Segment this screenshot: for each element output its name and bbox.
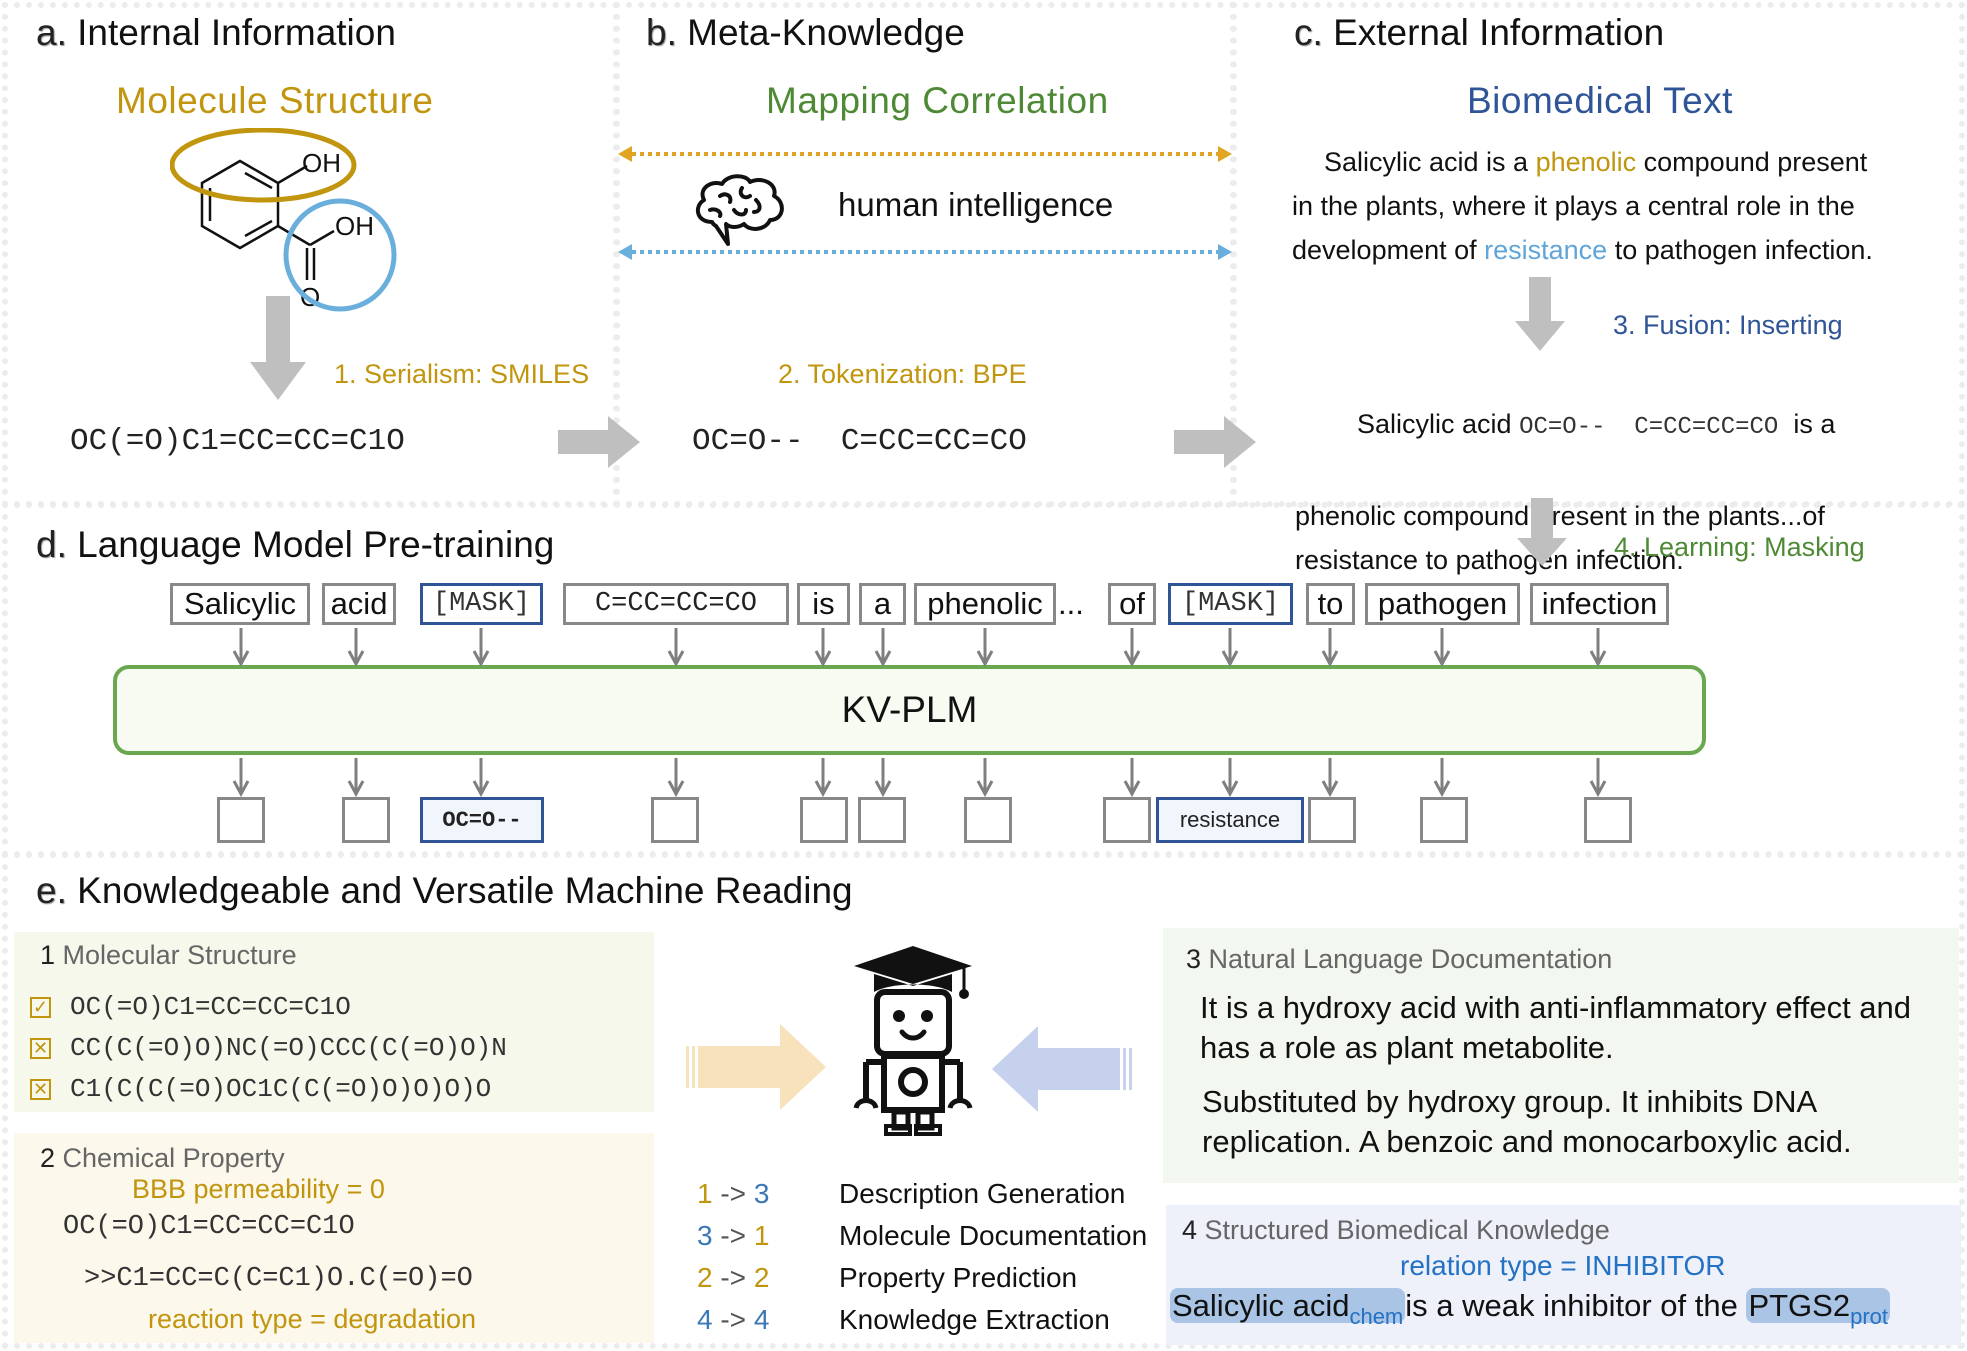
input-to-model-arrow — [1221, 628, 1239, 668]
model-to-output-arrow — [1589, 758, 1607, 798]
task-row: 3 -> 1 Molecule Documentation — [697, 1220, 1147, 1252]
candidate-smiles: CC(C(=O)O)NC(=O)CCC(C(=O)O)N — [70, 1033, 507, 1063]
task-source: 3 — [697, 1220, 713, 1251]
documentation-para-2: Substituted by hydroxy group. It inhibit… — [1202, 1084, 1852, 1159]
input-to-model-arrow — [472, 628, 490, 668]
chemical-entity: Salicylic acidchem — [1170, 1288, 1406, 1329]
task-row: 2 -> 2 Property Prediction — [697, 1262, 1077, 1294]
task-label: Molecule Documentation — [839, 1220, 1148, 1251]
candidate-smiles: C1(C(C(=O)OC1C(C(=O)O)O)O)O — [70, 1074, 492, 1104]
mapping-arrow: -> — [720, 1262, 747, 1293]
token-arrows — [232, 628, 1607, 798]
input-to-model-arrow — [667, 628, 685, 668]
model-to-output-arrow — [667, 758, 685, 798]
output-token — [1420, 797, 1468, 843]
model-to-output-arrow — [1221, 758, 1239, 798]
task-label: Description Generation — [839, 1178, 1126, 1209]
input-to-model-arrow — [1321, 628, 1339, 668]
output-arrow-icon — [992, 1026, 1132, 1112]
knowledge-sentence: Salicylic acidchemis a weak inhibitor of… — [1170, 1288, 1891, 1329]
task-target: 3 — [753, 1178, 770, 1209]
model-to-output-arrow — [232, 758, 250, 798]
task-mapping: 2 -> 2 — [697, 1262, 817, 1294]
box4-heading: 4 Structured Biomedical Knowledge — [1182, 1215, 1610, 1245]
input-to-model-arrow — [232, 628, 250, 668]
task-row: 1 -> 3 Description Generation — [697, 1178, 1125, 1210]
panel-e-title: e. Knowledgeable and Versatile Machine R… — [36, 870, 853, 911]
task-mapping: 3 -> 1 — [697, 1220, 817, 1252]
input-to-model-arrow — [1433, 628, 1451, 668]
input-to-model-arrow — [976, 628, 994, 668]
checkbox-checked-icon: ✓ — [30, 997, 51, 1018]
documentation-para-1: It is a hydroxy acid with anti-inflammat… — [1200, 990, 1912, 1065]
output-token — [1103, 797, 1151, 843]
task-source: 4 — [697, 1304, 713, 1335]
model-to-output-arrow — [472, 758, 490, 798]
model-to-output-arrow — [874, 758, 892, 798]
task-mapping: 1 -> 3 — [697, 1178, 817, 1210]
task-source: 1 — [697, 1178, 713, 1209]
input-to-model-arrow — [347, 628, 365, 668]
output-token — [858, 797, 906, 843]
output-token — [217, 797, 265, 843]
model-to-output-arrow — [1433, 758, 1451, 798]
model-to-output-arrow — [814, 758, 832, 798]
model-to-output-arrow — [976, 758, 994, 798]
model-to-output-arrow — [347, 758, 365, 798]
relation-type: relation type = INHIBITOR — [1400, 1250, 1726, 1281]
mapping-arrow: -> — [720, 1178, 747, 1209]
model-to-output-arrow — [1123, 758, 1141, 798]
predicted-output-token: resistance — [1156, 797, 1304, 843]
output-token — [800, 797, 848, 843]
task-label: Property Prediction — [839, 1262, 1078, 1293]
mapping-arrow: -> — [720, 1220, 747, 1251]
task-target: 4 — [753, 1304, 770, 1335]
property-smiles: OC(=O)C1=CC=CC=C1O — [63, 1212, 355, 1242]
input-to-model-arrow — [1589, 628, 1607, 668]
box2-heading: 2 Chemical Property — [40, 1143, 285, 1173]
model-to-output-arrow — [1321, 758, 1339, 798]
task-source: 2 — [697, 1262, 713, 1293]
input-arrow-icon — [686, 1024, 826, 1110]
checkbox-crossed-icon: ✕ — [30, 1079, 51, 1100]
input-to-model-arrow — [1123, 628, 1141, 668]
chem-type-tag: chem — [1349, 1304, 1404, 1329]
task-target: 2 — [753, 1262, 770, 1293]
bbb-property: BBB permeability = 0 — [132, 1174, 385, 1204]
reaction-product-smiles: >>C1=CC=C(C=C1)O.C(=O)=O — [84, 1264, 473, 1294]
output-token — [342, 797, 390, 843]
predicted-output-token: OC=O-- — [420, 797, 544, 843]
checkbox-crossed-icon: ✕ — [30, 1038, 51, 1059]
task-row: 4 -> 4 Knowledge Extraction — [697, 1304, 1110, 1336]
input-to-model-arrow — [814, 628, 832, 668]
output-token — [1308, 797, 1356, 843]
task-target: 1 — [753, 1220, 770, 1251]
box1-heading: 1 Molecular Structure — [40, 940, 297, 970]
output-token — [651, 797, 699, 843]
output-token — [1584, 797, 1632, 843]
reaction-type: reaction type = degradation — [148, 1304, 476, 1334]
task-mapping: 4 -> 4 — [697, 1304, 817, 1336]
box3-heading: 3 Natural Language Documentation — [1186, 944, 1613, 974]
robot-scholar-icon — [853, 946, 973, 1136]
output-token — [964, 797, 1012, 843]
prot-type-tag: prot — [1850, 1304, 1889, 1329]
candidate-smiles: OC(=O)C1=CC=CC=C1O — [70, 992, 351, 1022]
input-to-model-arrow — [874, 628, 892, 668]
protein-entity: PTGS2prot — [1746, 1288, 1891, 1329]
mapping-arrow: -> — [720, 1304, 747, 1335]
task-label: Knowledge Extraction — [839, 1304, 1110, 1335]
